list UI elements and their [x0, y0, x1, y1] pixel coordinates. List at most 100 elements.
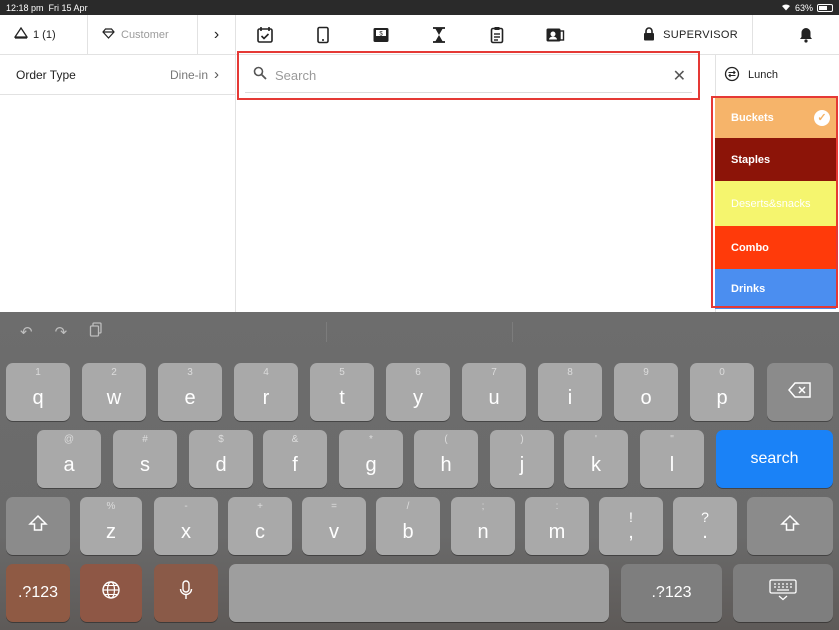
order-type-label: Order Type — [16, 67, 76, 82]
action-icons: $ — [236, 15, 584, 55]
key-char: e — [184, 386, 196, 409]
order-type-value-wrap: Dine-in › — [170, 66, 219, 83]
shift-key[interactable] — [6, 497, 70, 555]
tablet-icon[interactable] — [294, 15, 352, 55]
key-char: f — [292, 453, 298, 476]
space-bar[interactable] — [229, 564, 609, 622]
key-alt: * — [369, 434, 373, 445]
key-d[interactable]: $ d — [189, 430, 253, 488]
key-y[interactable]: 6y — [386, 363, 450, 421]
numbers-key[interactable]: .?123 — [6, 564, 70, 622]
top-toolbar: 1 (1) Customer › $ SUPERVISOR — [0, 14, 839, 55]
undo-icon[interactable]: ↶ — [20, 323, 33, 341]
globe-key[interactable] — [80, 564, 142, 622]
supervisor-label: SUPERVISOR — [663, 29, 738, 41]
supervisor-button[interactable]: SUPERVISOR — [643, 15, 753, 55]
clipboard-icon[interactable] — [468, 15, 526, 55]
key-u[interactable]: 7u — [462, 363, 526, 421]
table-label: 1 (1) — [33, 28, 56, 41]
customer-label: Customer — [121, 28, 169, 41]
backspace-key[interactable] — [767, 363, 833, 421]
status-indicators: 63% — [781, 3, 833, 13]
key-char: r — [262, 386, 270, 409]
key-period[interactable]: ?. — [673, 497, 737, 555]
menu-selector[interactable]: Lunch — [716, 55, 839, 95]
key-i[interactable]: 8i — [538, 363, 602, 421]
close-icon[interactable]: ✕ — [673, 66, 686, 86]
diamond-icon — [102, 27, 115, 42]
key-q[interactable]: 1q — [6, 363, 70, 421]
battery-icon — [817, 3, 833, 12]
key-char: a — [63, 453, 75, 476]
key-alt: + — [257, 501, 263, 512]
key-alt: 3 — [187, 367, 193, 378]
chevron-right-icon[interactable]: › — [198, 14, 236, 55]
battery-percent: 63% — [794, 2, 813, 13]
key-n[interactable]: ; n — [451, 497, 515, 555]
search-key[interactable]: search — [716, 430, 833, 488]
key-e[interactable]: 3e — [158, 363, 222, 421]
key-alt: 9 — [643, 367, 649, 378]
key-alt: % — [106, 501, 116, 512]
key-alt: ; — [481, 501, 485, 512]
globe-icon — [101, 580, 121, 606]
calendar-check-icon[interactable] — [236, 15, 294, 55]
menu-selector-label: Lunch — [748, 69, 778, 81]
key-char: u — [488, 386, 500, 409]
key-g[interactable]: * g — [339, 430, 403, 488]
shift-key-right[interactable] — [747, 497, 833, 555]
hourglass-icon[interactable] — [410, 15, 468, 55]
key-alt: " — [670, 434, 674, 445]
key-char: k — [591, 453, 601, 476]
search-input[interactable] — [275, 68, 665, 83]
key-w[interactable]: 2w — [82, 363, 146, 421]
key-char: x — [181, 520, 191, 543]
dismiss-keyboard-key[interactable] — [733, 564, 833, 622]
key-char: s — [140, 453, 150, 476]
key-alt: 0 — [719, 367, 725, 378]
key-f[interactable]: & f — [263, 430, 327, 488]
key-r[interactable]: 4r — [234, 363, 298, 421]
key-b[interactable]: / b — [376, 497, 440, 555]
key-h[interactable]: (h — [414, 430, 478, 488]
category-highlight — [711, 96, 838, 308]
key-z[interactable]: % z — [80, 497, 142, 555]
microphone-key[interactable] — [154, 564, 218, 622]
shift-icon — [28, 514, 48, 538]
bell-icon[interactable] — [799, 15, 813, 55]
key-t[interactable]: 5t — [310, 363, 374, 421]
key-x[interactable]: -x — [154, 497, 218, 555]
search-bar: ✕ — [245, 59, 692, 93]
key-l[interactable]: " l — [640, 430, 704, 488]
order-panel: Order Type Dine-in › — [0, 55, 236, 312]
key-p[interactable]: 0p — [690, 363, 754, 421]
customer-selector[interactable]: Customer — [88, 14, 198, 55]
table-selector[interactable]: 1 (1) — [0, 14, 88, 55]
key-s[interactable]: # s — [113, 430, 177, 488]
key-o[interactable]: 9o — [614, 363, 678, 421]
numbers-key-right[interactable]: .?123 — [621, 564, 722, 622]
key-c[interactable]: + c — [228, 497, 292, 555]
key-char: y — [413, 386, 423, 409]
table-icon — [13, 26, 29, 42]
paste-icon[interactable] — [89, 322, 103, 342]
key-a[interactable]: @ a — [37, 430, 101, 488]
inbox-icon[interactable]: $ — [352, 15, 410, 55]
key-alt: 4 — [263, 367, 269, 378]
key-j[interactable]: ) j — [490, 430, 554, 488]
key-k[interactable]: ' k — [564, 430, 628, 488]
status-bar: 12:18 pm Fri 15 Apr 63% — [0, 0, 839, 15]
key-comma[interactable]: !, — [599, 497, 663, 555]
key-char: o — [640, 386, 652, 409]
order-type-row[interactable]: Order Type Dine-in › — [0, 55, 235, 95]
key-m[interactable]: :m — [525, 497, 589, 555]
key-v[interactable]: = v — [302, 497, 366, 555]
key-char: d — [215, 453, 227, 476]
key-alt: / — [406, 501, 410, 512]
key-char: p — [716, 386, 728, 409]
redo-icon[interactable]: ↷ — [55, 323, 68, 341]
keyboard-toolbar: ↶ ↷ — [0, 312, 839, 352]
key-char: v — [329, 520, 339, 543]
user-card-icon[interactable] — [526, 15, 584, 55]
microphone-icon — [179, 580, 193, 606]
